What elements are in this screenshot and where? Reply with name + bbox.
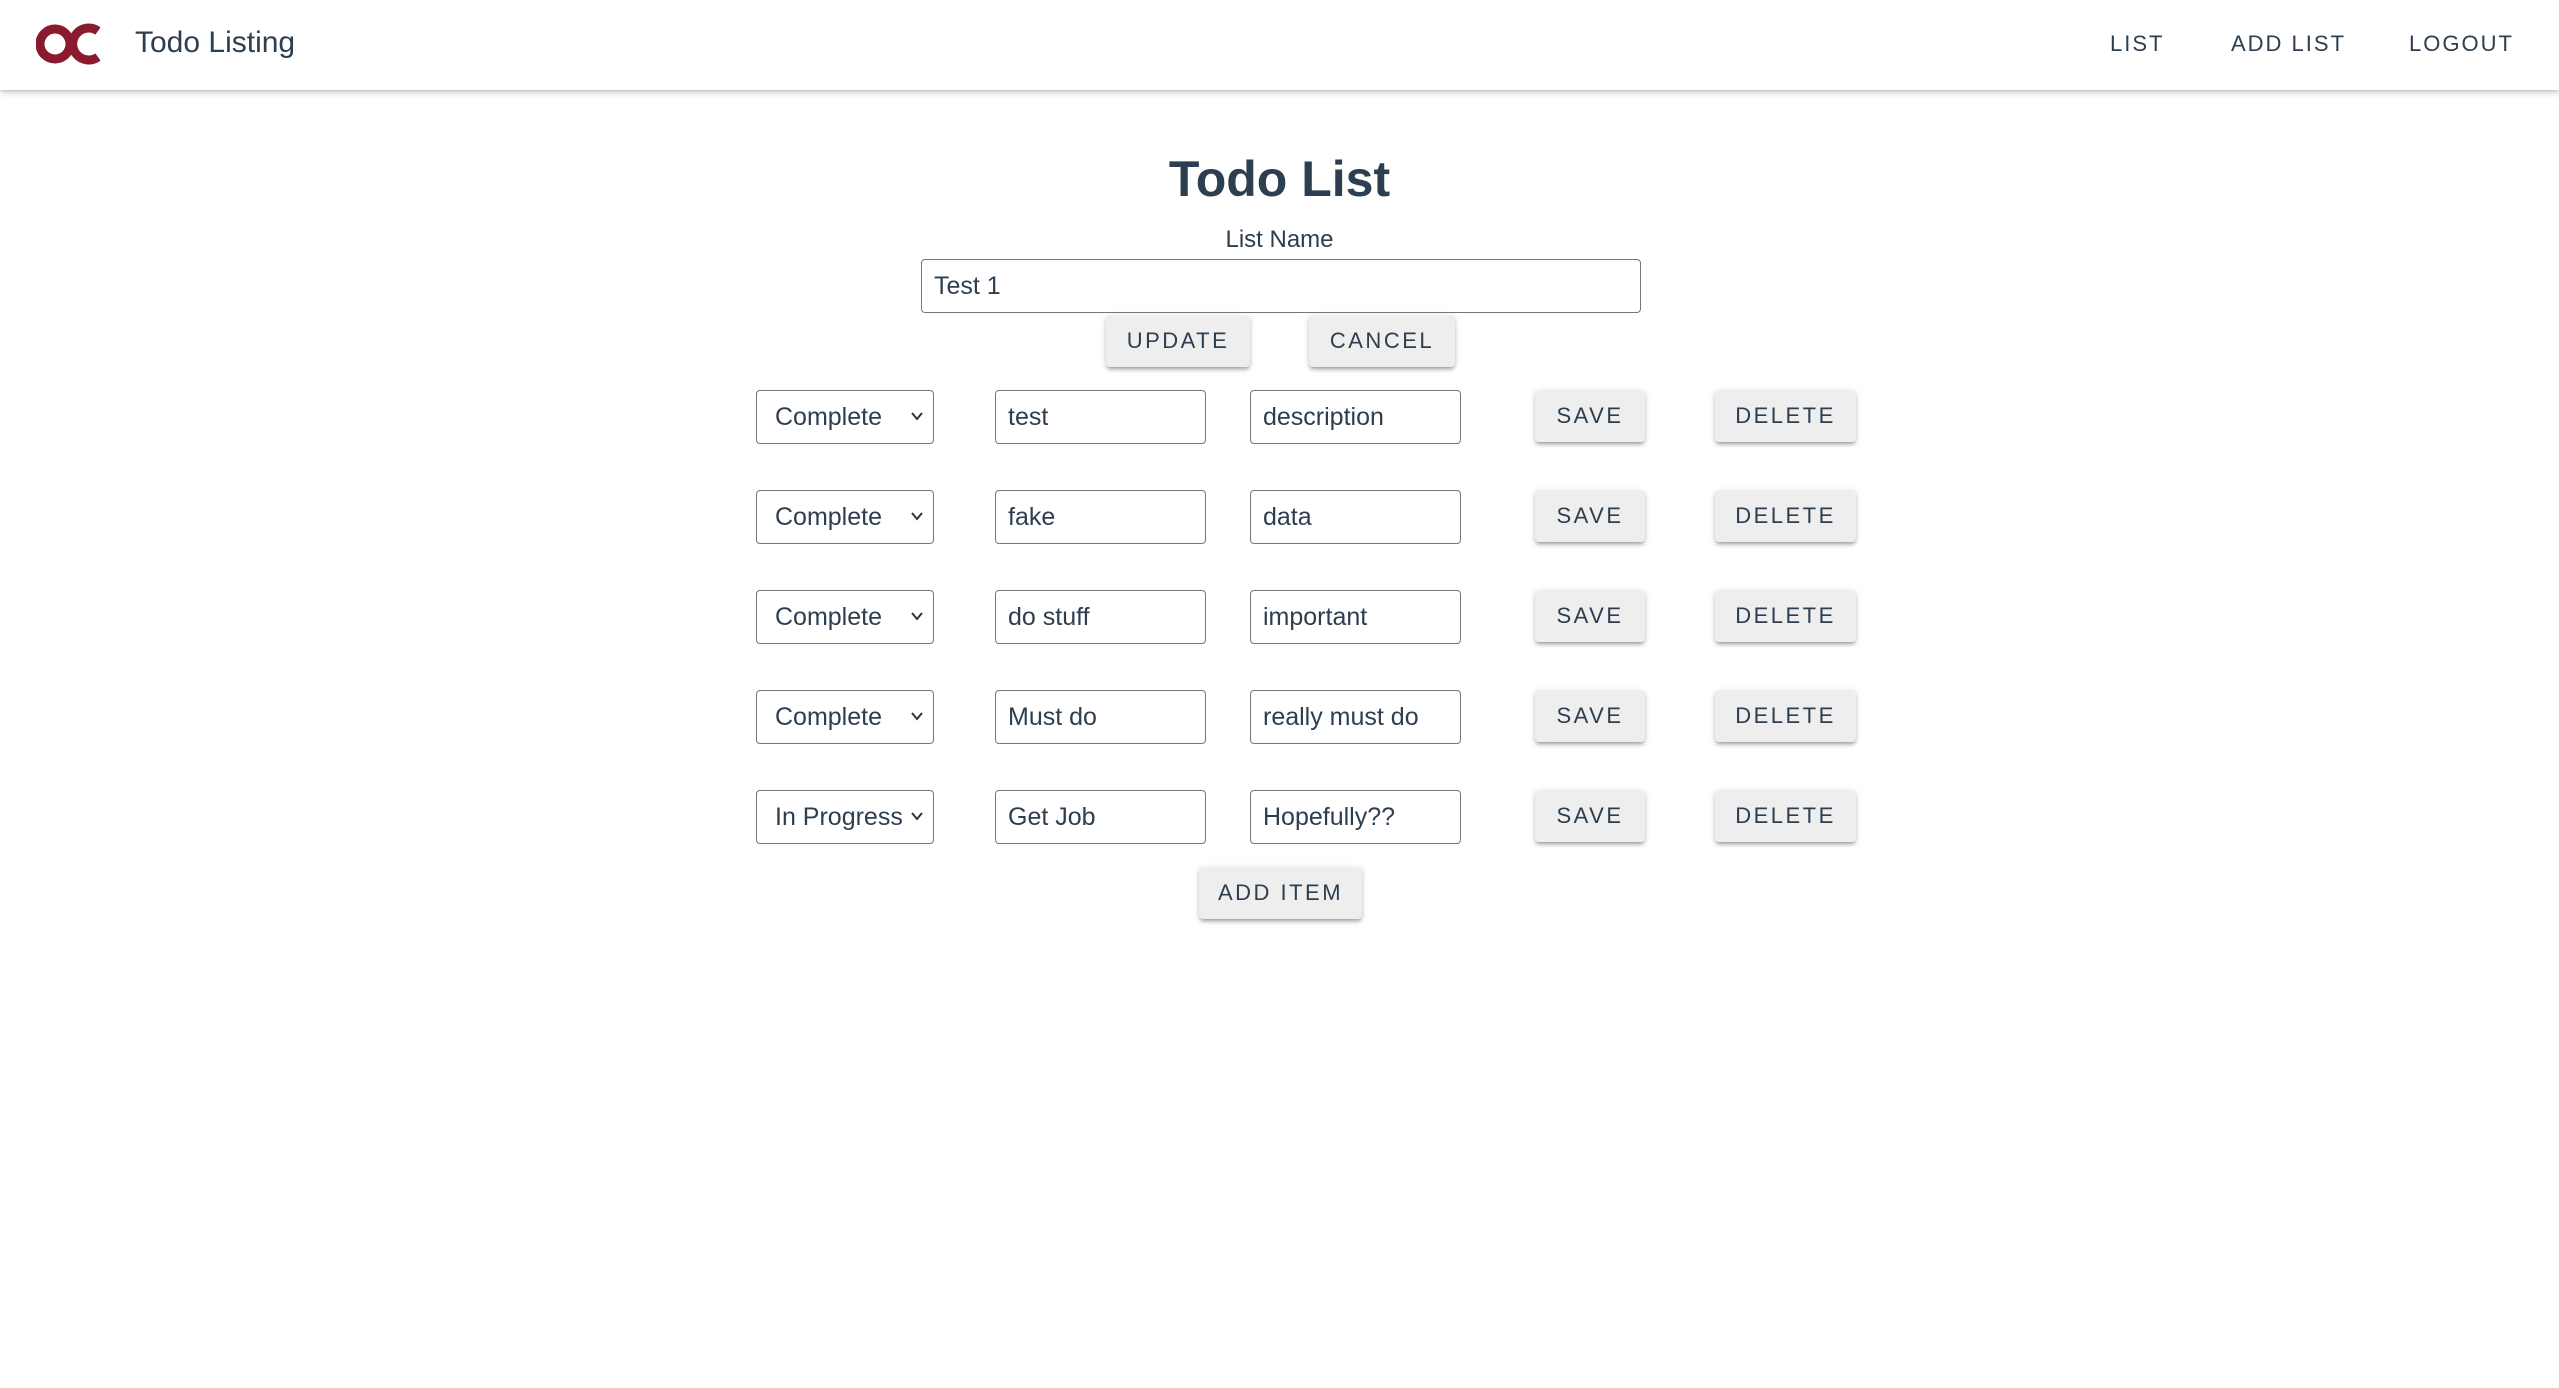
status-select-value: Complete (775, 602, 882, 631)
save-button[interactable]: SAVE (1535, 490, 1645, 542)
top-app-bar: Todo Listing LIST ADD LIST LOGOUT (0, 0, 2559, 90)
add-item-button[interactable]: ADD ITEM (1199, 867, 1362, 919)
item-description-input[interactable] (1250, 390, 1461, 444)
nav-add-list-link[interactable]: ADD LIST (2231, 31, 2346, 57)
status-select-value: In Progress (775, 802, 903, 831)
save-button[interactable]: SAVE (1535, 690, 1645, 742)
item-name-input[interactable] (995, 590, 1206, 644)
page-title: Todo List (1168, 151, 1391, 207)
chevron-down-icon (911, 812, 923, 821)
chevron-down-icon (911, 612, 923, 621)
app-title: Todo Listing (135, 26, 296, 59)
list-name-label: List Name (1225, 226, 1334, 253)
status-select[interactable]: Complete (756, 490, 934, 544)
delete-button[interactable]: DELETE (1715, 590, 1856, 642)
item-description-input[interactable] (1250, 790, 1461, 844)
chevron-down-icon (911, 412, 923, 421)
save-button[interactable]: SAVE (1535, 790, 1645, 842)
status-select[interactable]: Complete (756, 390, 934, 444)
item-description-input[interactable] (1250, 490, 1461, 544)
item-name-input[interactable] (995, 690, 1206, 744)
chevron-down-icon (911, 712, 923, 721)
delete-button[interactable]: DELETE (1715, 490, 1856, 542)
item-name-input[interactable] (995, 490, 1206, 544)
delete-button[interactable]: DELETE (1715, 690, 1856, 742)
save-button[interactable]: SAVE (1535, 590, 1645, 642)
status-select-value: Complete (775, 702, 882, 731)
item-description-input[interactable] (1250, 690, 1461, 744)
status-select[interactable]: Complete (756, 690, 934, 744)
nav-logout-link[interactable]: LOGOUT (2409, 31, 2514, 57)
status-select[interactable]: In Progress (756, 790, 934, 844)
item-name-input[interactable] (995, 790, 1206, 844)
delete-button[interactable]: DELETE (1715, 390, 1856, 442)
delete-button[interactable]: DELETE (1715, 790, 1856, 842)
nav-list-link[interactable]: LIST (2110, 31, 2164, 57)
item-name-input[interactable] (995, 390, 1206, 444)
update-button[interactable]: UPDATE (1106, 315, 1250, 367)
status-select-value: Complete (775, 502, 882, 531)
save-button[interactable]: SAVE (1535, 390, 1645, 442)
cancel-button[interactable]: CANCEL (1309, 315, 1455, 367)
logo-icon (36, 23, 100, 65)
status-select[interactable]: Complete (756, 590, 934, 644)
status-select-value: Complete (775, 402, 882, 431)
chevron-down-icon (911, 512, 923, 521)
item-description-input[interactable] (1250, 590, 1461, 644)
list-name-input[interactable] (921, 259, 1641, 313)
